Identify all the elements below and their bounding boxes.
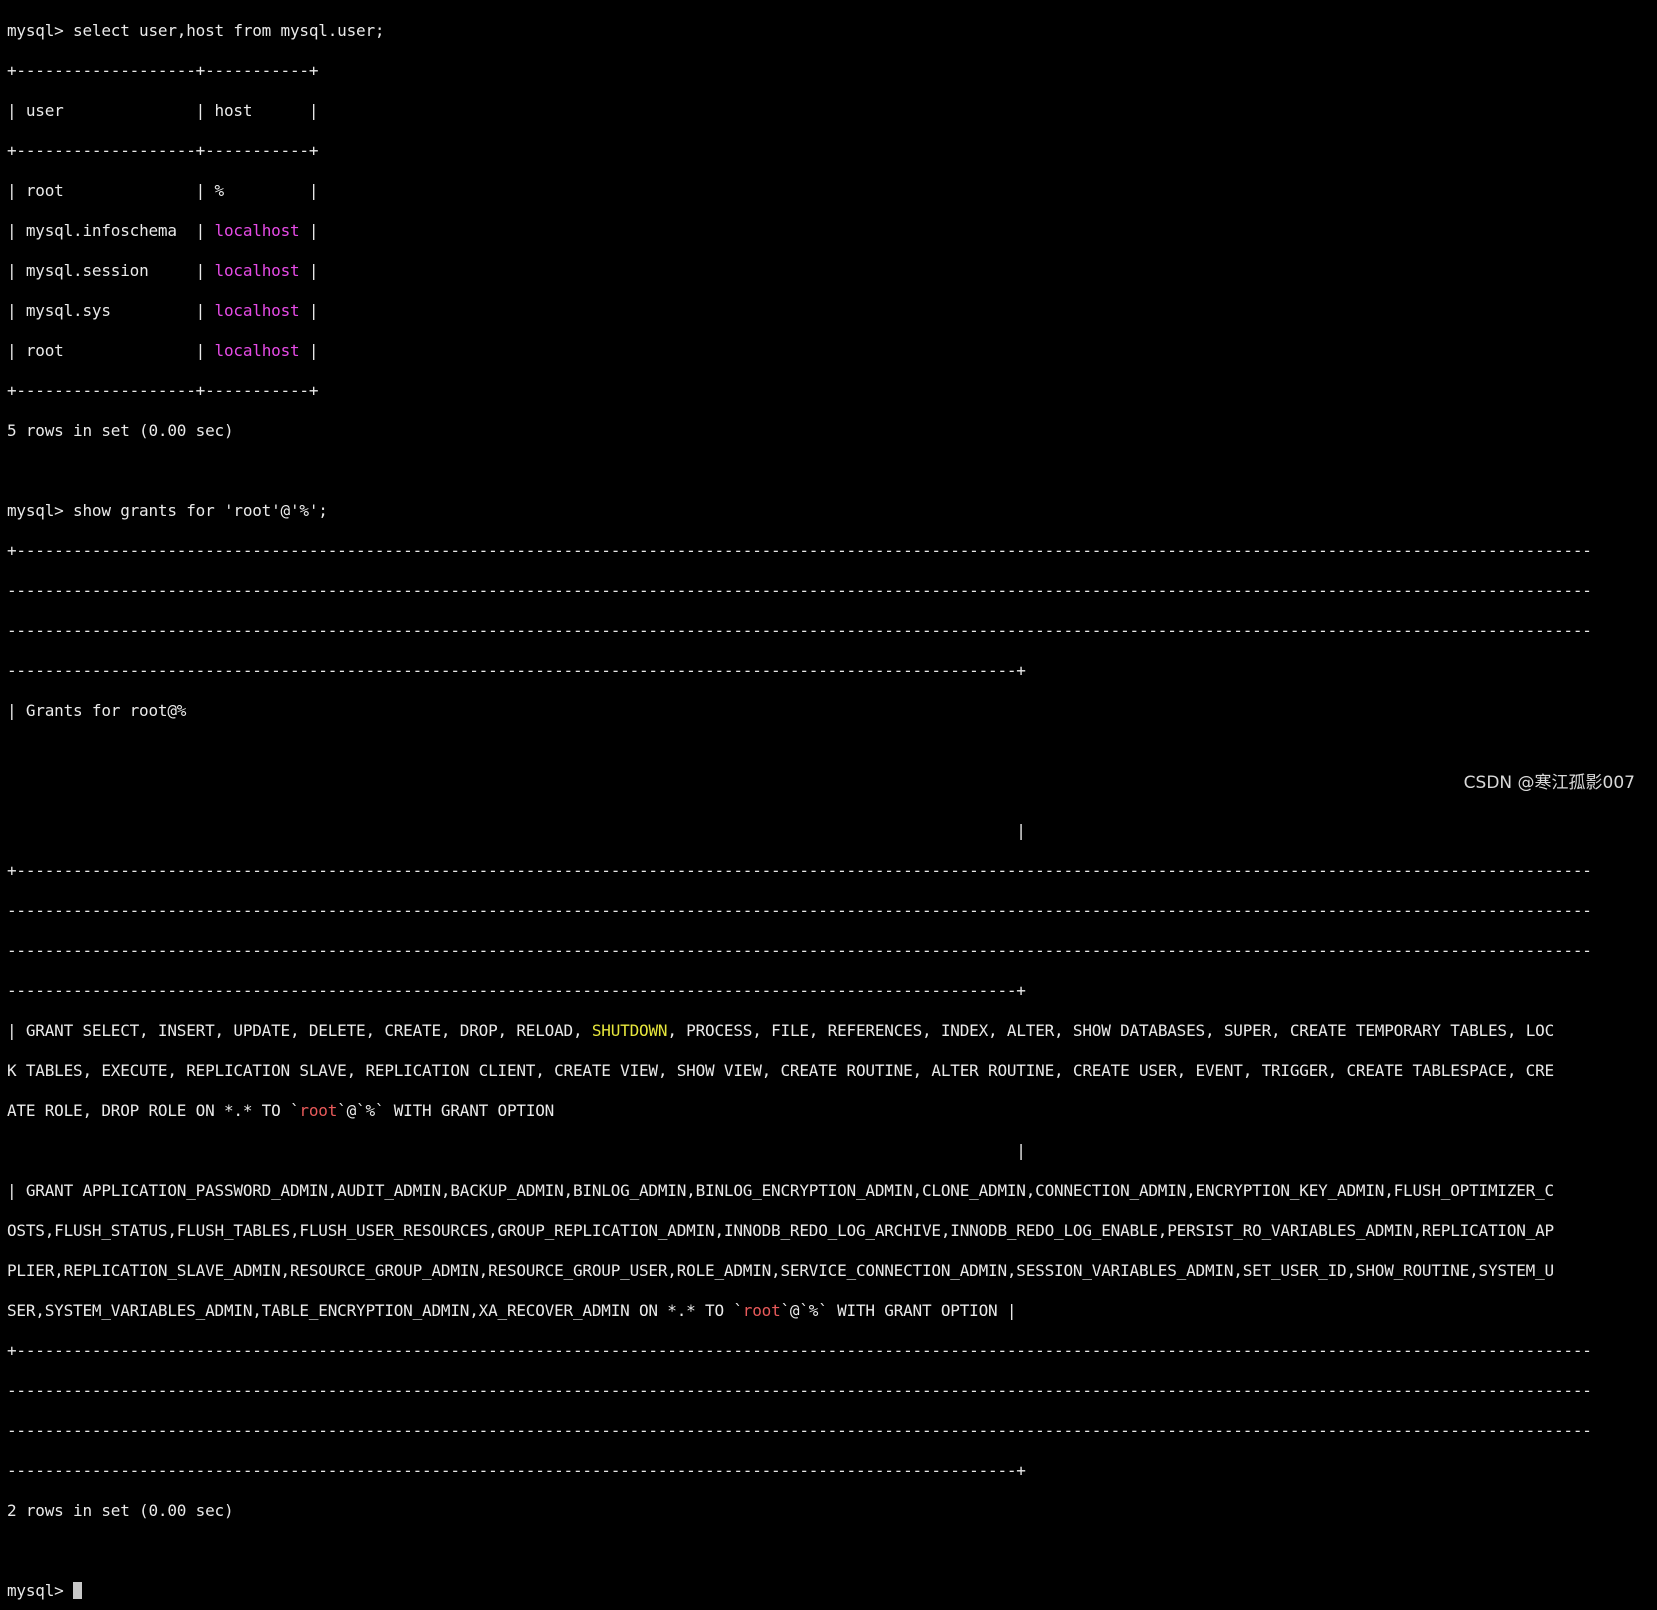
grant-row-2-line: PLIER,REPLICATION_SLAVE_ADMIN,RESOURCE_G…	[7, 1261, 1554, 1280]
table-border: ----------------------------------------…	[7, 1381, 1592, 1400]
grant-row-1-line: ATE ROLE, DROP ROLE ON *.* TO `root`@`%`…	[7, 1101, 555, 1120]
table-border: ----------------------------------------…	[7, 1421, 1592, 1440]
grant-row-1-line: | GRANT SELECT, INSERT, UPDATE, DELETE, …	[7, 1021, 1554, 1040]
cell-host: localhost	[214, 301, 300, 320]
table-border: ----------------------------------------…	[7, 901, 1592, 920]
command-line: mysql> select user,host from mysql.user;	[7, 21, 385, 40]
table-row: | root | localhost |	[7, 341, 319, 360]
result-summary: 5 rows in set (0.00 sec)	[7, 421, 234, 440]
prompt: mysql>	[7, 1581, 74, 1600]
command-line: mysql> show grants for 'root'@'%';	[7, 501, 328, 520]
cell-user: mysql.session	[25, 261, 149, 280]
watermark: CSDN @寒江孤影007	[1463, 773, 1635, 793]
table-border: ----------------------------------------…	[7, 661, 1026, 680]
table-row: | mysql.sys | localhost |	[7, 301, 319, 320]
keyword-highlight: SHUTDOWN	[591, 1021, 668, 1040]
grant-row-2-line: OSTS,FLUSH_STATUS,FLUSH_TABLES,FLUSH_USE…	[7, 1221, 1554, 1240]
cell-host: localhost	[214, 221, 300, 240]
result-summary: 2 rows in set (0.00 sec)	[7, 1501, 234, 1520]
column-header-user: user	[25, 101, 64, 120]
table-border: ----------------------------------------…	[7, 621, 1592, 640]
grants-header: | Grants for root@%	[7, 701, 187, 720]
column-header-host: host	[214, 101, 253, 120]
cell-user: mysql.infoschema	[25, 221, 177, 240]
table-border: |	[7, 821, 1026, 840]
prompt-line[interactable]: mysql>	[7, 1581, 1592, 1601]
text-cursor[interactable]	[73, 1582, 83, 1599]
table-row: | mysql.session | localhost |	[7, 261, 319, 280]
table-border: ----------------------------------------…	[7, 1461, 1026, 1480]
table-border: +---------------------------------------…	[7, 541, 1592, 560]
cell-host: %	[214, 181, 225, 200]
cell-host: localhost	[214, 341, 300, 360]
user-highlight: root	[742, 1301, 781, 1320]
table-row: | root | % |	[7, 181, 319, 200]
table-border: |	[7, 1141, 1026, 1160]
cell-user: mysql.sys	[25, 301, 111, 320]
grant-row-2-line: SER,SYSTEM_VARIABLES_ADMIN,TABLE_ENCRYPT…	[7, 1301, 1017, 1320]
table-border: +-------------------+-----------+	[7, 381, 319, 400]
table-header-row: | user | host |	[7, 101, 319, 120]
cell-host: localhost	[214, 261, 300, 280]
user-highlight: root	[299, 1101, 338, 1120]
table-border: +---------------------------------------…	[7, 861, 1592, 880]
table-border: +-------------------+-----------+	[7, 61, 319, 80]
table-row: | mysql.infoschema | localhost |	[7, 221, 319, 240]
cell-user: root	[25, 181, 64, 200]
table-border: +-------------------+-----------+	[7, 141, 319, 160]
terminal-output: mysql> select user,host from mysql.user;…	[7, 1, 1592, 1610]
grant-row-2-line: | GRANT APPLICATION_PASSWORD_ADMIN,AUDIT…	[7, 1181, 1554, 1200]
grant-row-1-line: K TABLES, EXECUTE, REPLICATION SLAVE, RE…	[7, 1061, 1554, 1080]
table-border: +---------------------------------------…	[7, 1341, 1592, 1360]
table-border: ----------------------------------------…	[7, 981, 1026, 1000]
table-border: ----------------------------------------…	[7, 581, 1592, 600]
cell-user: root	[25, 341, 64, 360]
table-border: ----------------------------------------…	[7, 941, 1592, 960]
